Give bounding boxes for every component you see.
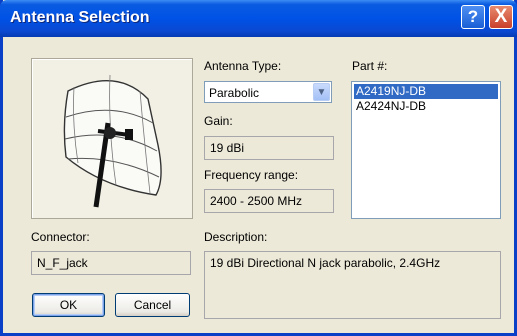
frequency-range-field: 2400 - 2500 MHz [204, 189, 334, 213]
chevron-down-icon[interactable]: ▼ [313, 83, 330, 101]
connector-label: Connector: [31, 230, 90, 244]
gain-field: 19 dBi [204, 136, 334, 160]
close-icon[interactable]: X [489, 5, 513, 29]
parabolic-antenna-icon [63, 74, 162, 208]
gain-label: Gain: [204, 114, 233, 128]
description-label: Description: [204, 230, 268, 244]
cancel-button[interactable]: Cancel [115, 293, 190, 317]
ok-button[interactable]: OK [32, 293, 105, 317]
part-number-listbox[interactable]: A2419NJ-DB A2424NJ-DB [351, 81, 501, 219]
window-title: Antenna Selection [10, 9, 150, 26]
list-item[interactable]: A2424NJ-DB [354, 99, 498, 114]
antenna-type-label: Antenna Type: [204, 59, 282, 73]
description-field: 19 dBi Directional N jack parabolic, 2.4… [204, 251, 501, 319]
frequency-range-label: Frequency range: [204, 168, 299, 182]
part-number-label: Part #: [352, 59, 388, 73]
list-item[interactable]: A2419NJ-DB [354, 84, 498, 99]
help-icon[interactable]: ? [461, 5, 485, 29]
antenna-image [31, 58, 193, 219]
title-bar[interactable]: Antenna Selection ? X [0, 0, 517, 37]
antenna-type-value: Parabolic [209, 86, 260, 100]
antenna-type-select[interactable]: Parabolic ▼ [204, 81, 332, 103]
connector-field: N_F_jack [31, 251, 191, 275]
